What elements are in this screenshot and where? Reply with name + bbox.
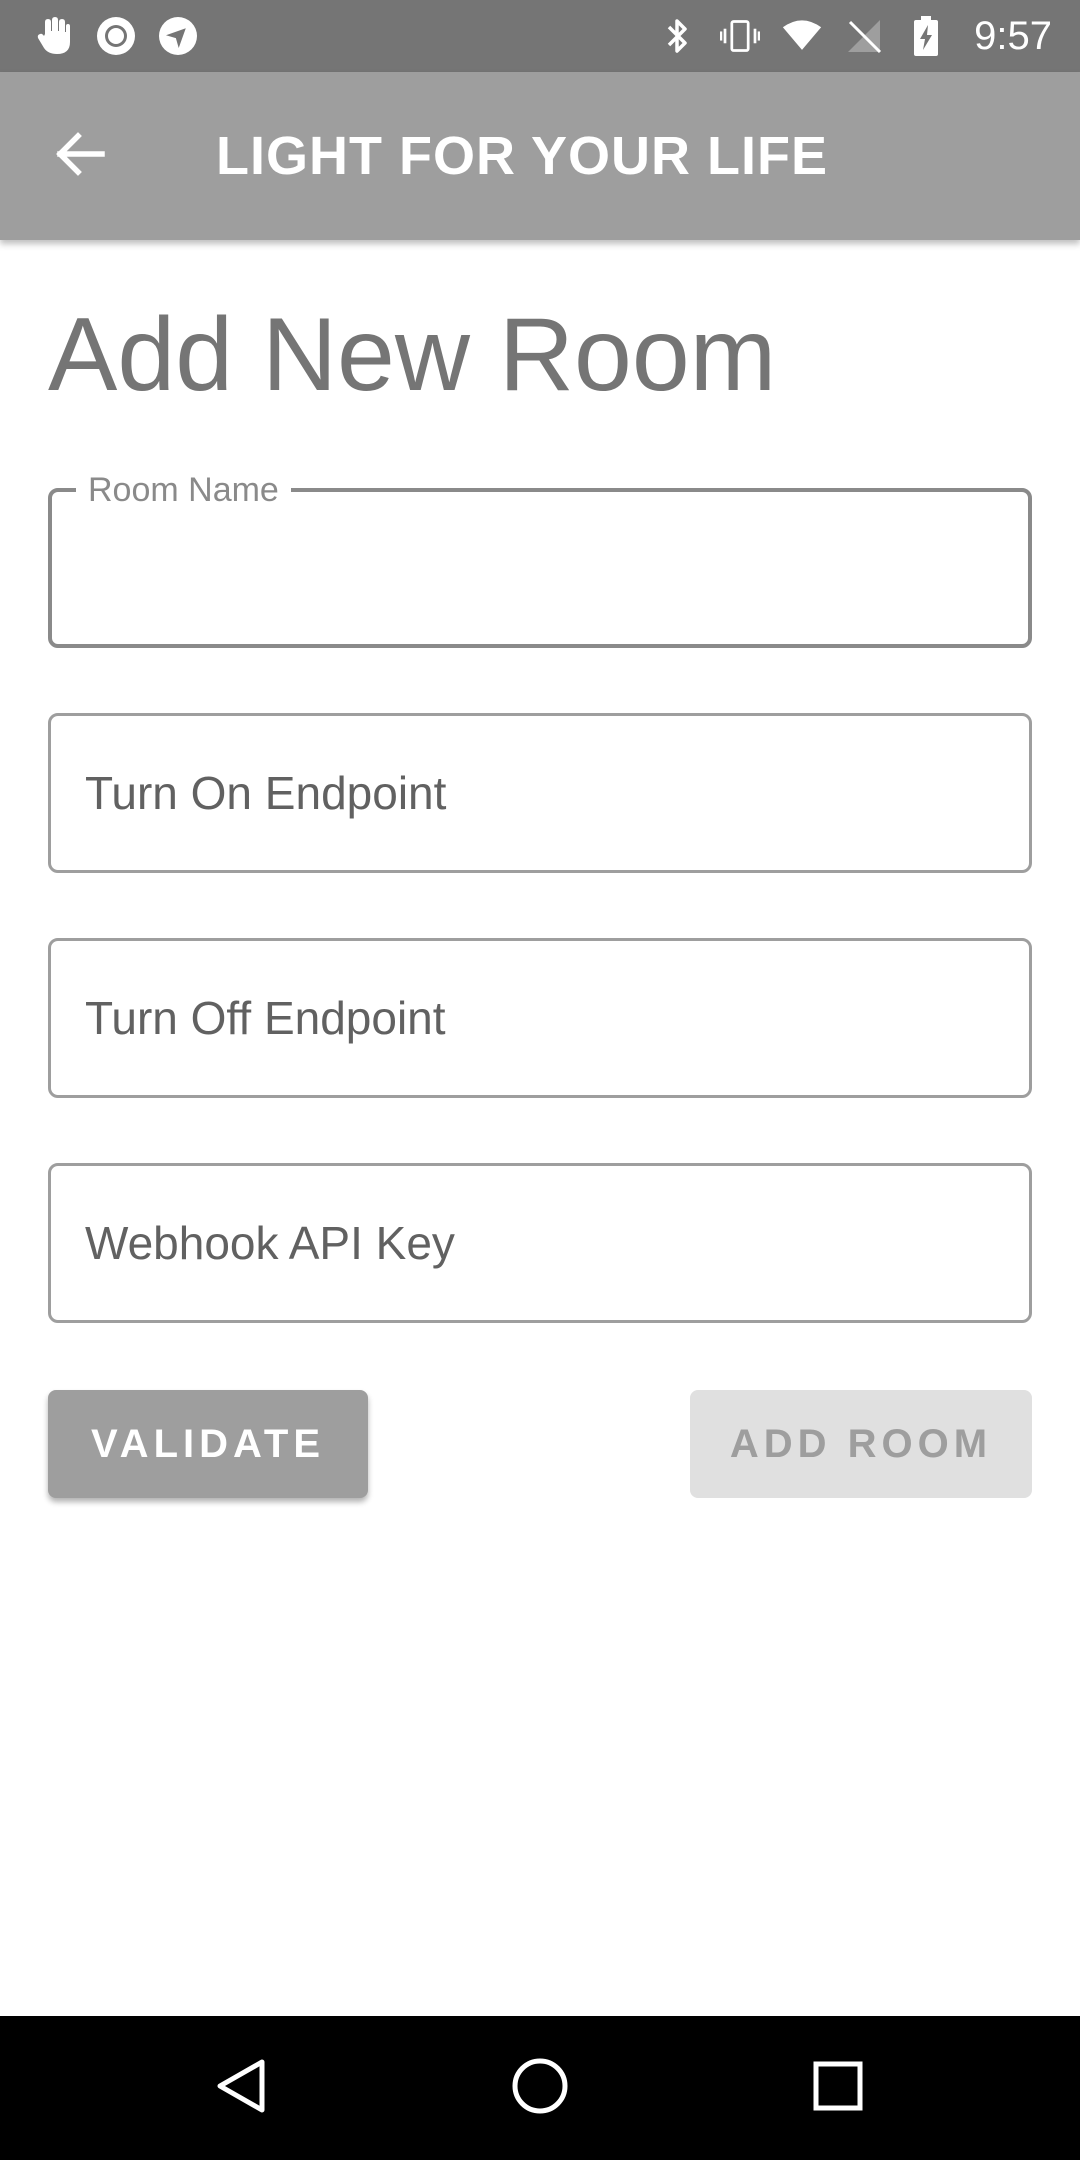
home-circle-icon	[510, 2056, 570, 2121]
app-bar: LIGHT FOR YOUR LIFE	[0, 72, 1080, 240]
add-room-button[interactable]: ADD ROOM	[690, 1390, 1032, 1498]
nav-back-button[interactable]	[198, 2044, 286, 2132]
turn-off-endpoint-input[interactable]	[51, 941, 1029, 1095]
status-bar: 9:57	[0, 0, 1080, 72]
navigation-icon	[158, 16, 198, 56]
webhook-api-key-input[interactable]	[51, 1166, 1029, 1320]
turn-off-endpoint-field[interactable]	[48, 938, 1032, 1098]
nav-recents-button[interactable]	[794, 2044, 882, 2132]
turn-on-endpoint-input[interactable]	[51, 716, 1029, 870]
hand-touch-icon	[34, 16, 74, 56]
back-triangle-icon	[212, 2056, 272, 2121]
app-title: LIGHT FOR YOUR LIFE	[216, 126, 828, 186]
vibrate-icon	[720, 16, 761, 56]
page-title: Add New Room	[48, 297, 777, 413]
webhook-api-key-field[interactable]	[48, 1163, 1032, 1323]
navigation-bar	[0, 2016, 1080, 2160]
status-left-icons	[34, 16, 198, 56]
battery-charging-icon	[906, 16, 946, 56]
nav-home-button[interactable]	[496, 2044, 584, 2132]
status-right-icons: 9:57	[658, 14, 1052, 59]
validate-button[interactable]: VALIDATE	[48, 1390, 368, 1498]
turn-on-endpoint-field[interactable]	[48, 713, 1032, 873]
room-name-input[interactable]	[52, 492, 1028, 644]
room-name-field[interactable]: Room Name	[48, 470, 1032, 648]
record-icon	[96, 16, 136, 56]
back-button[interactable]	[44, 120, 116, 192]
wifi-icon	[782, 16, 822, 56]
bluetooth-icon	[658, 16, 698, 56]
no-sim-icon	[844, 16, 884, 56]
arrow-back-icon	[54, 128, 106, 185]
recents-square-icon	[808, 2056, 868, 2121]
status-time: 9:57	[974, 13, 1052, 58]
